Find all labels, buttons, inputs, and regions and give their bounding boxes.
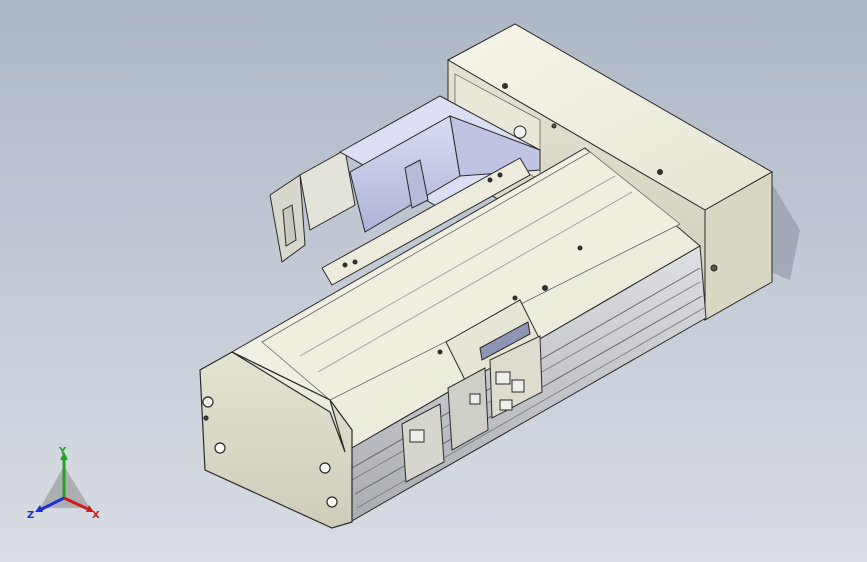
linear-actuator-model[interactable] [0,0,867,562]
orientation-triad: Y X Z [27,446,100,521]
x-axis-label: X [92,510,100,521]
z-axis-label: Z [27,510,34,521]
model-shadow [770,180,800,280]
cad-viewport[interactable]: Y X Z [0,0,867,562]
y-axis-label: Y [58,446,67,457]
